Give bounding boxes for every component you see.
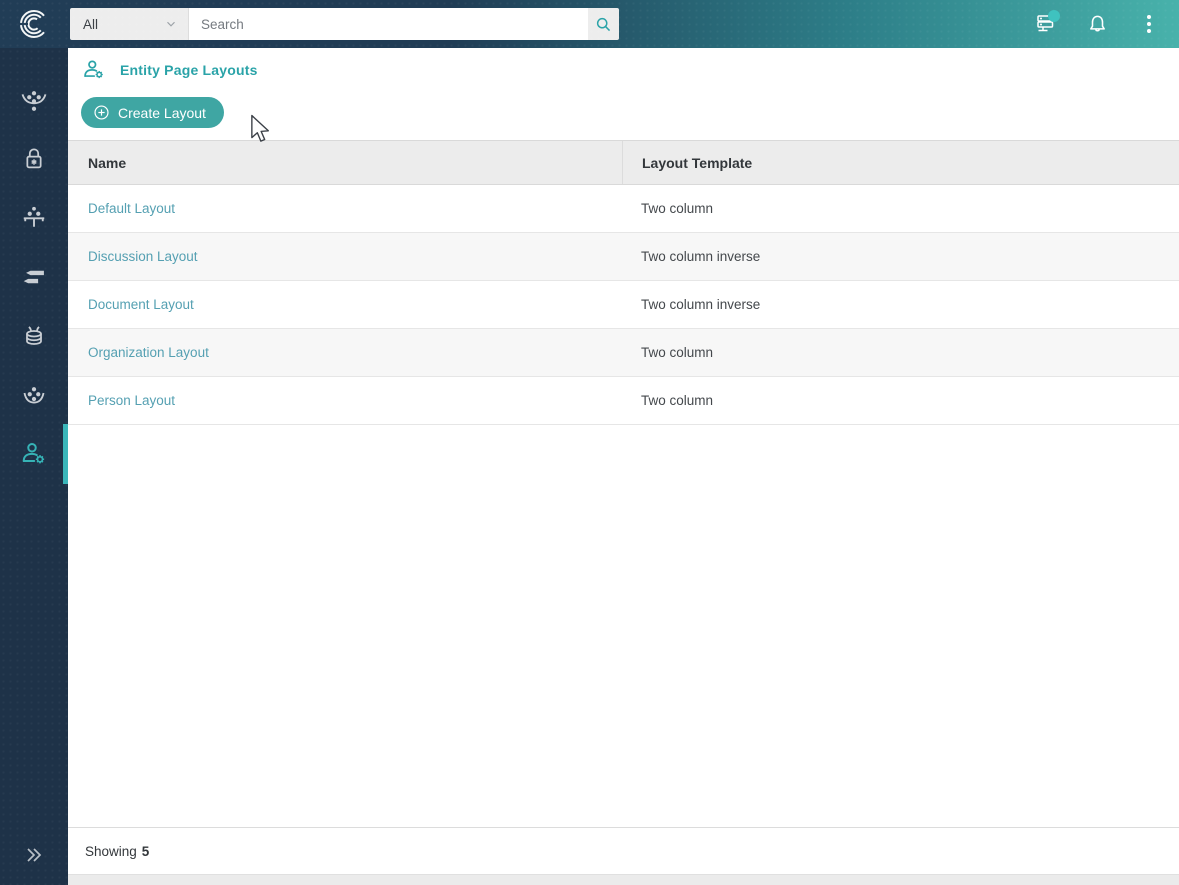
sidebar-item-network-dots[interactable] (0, 366, 68, 424)
layout-name-link[interactable]: Person Layout (68, 377, 622, 424)
page-title: Entity Page Layouts (120, 62, 258, 78)
column-header-name[interactable]: Name (68, 141, 622, 184)
layout-template-value: Two column (641, 201, 714, 216)
sidebar (0, 48, 68, 885)
system-status-button[interactable] (1027, 6, 1063, 42)
bell-icon (1089, 15, 1105, 31)
plus-circle-icon (94, 105, 109, 120)
create-layout-label: Create Layout (118, 104, 206, 121)
horizontal-scrollbar[interactable] (68, 874, 1179, 885)
chevron-down-icon (167, 21, 175, 27)
table-row: Discussion Layout Two column inverse (68, 233, 1179, 281)
notifications-button[interactable] (1079, 6, 1115, 42)
topbar: All (0, 0, 1179, 48)
network-dots-icon (23, 387, 45, 404)
table-row: Organization Layout Two column (68, 329, 1179, 377)
table-header-row: Name Layout Template (68, 140, 1179, 185)
layout-template-value: Two column (641, 393, 714, 408)
double-chevron-right-icon (27, 848, 42, 862)
table-row: Document Layout Two column inverse (68, 281, 1179, 329)
sidebar-item-streams[interactable] (0, 248, 68, 306)
more-menu-button[interactable] (1131, 6, 1167, 42)
table-body: Default Layout Two column Discussion Lay… (68, 185, 1179, 425)
layout-template-value: Two column inverse (641, 249, 761, 264)
column-header-layout-template[interactable]: Layout Template (622, 141, 1179, 184)
layout-template-value: Two column inverse (641, 297, 761, 312)
create-layout-button[interactable]: Create Layout (81, 97, 224, 128)
search-scope-value: All (83, 16, 99, 32)
topbar-actions (1027, 6, 1179, 42)
page-header: Entity Page Layouts (81, 57, 258, 83)
table-footer: Showing 5 (68, 827, 1179, 874)
search-scope-dropdown[interactable]: All (70, 8, 188, 40)
search-bar: All (70, 8, 619, 40)
sidebar-item-database[interactable] (0, 307, 68, 365)
user-settings-icon (22, 443, 45, 464)
showing-label: Showing (85, 843, 137, 859)
table-dots-icon (23, 206, 45, 227)
layout-name-link[interactable]: Document Layout (68, 281, 622, 328)
status-badge (1048, 10, 1060, 22)
search-button[interactable] (588, 8, 619, 40)
layout-template-value: Two column (641, 345, 714, 360)
layout-name-link[interactable]: Discussion Layout (68, 233, 622, 280)
layout-name-link[interactable]: Default Layout (68, 185, 622, 232)
app-window: All Search Entity Page Layouts Create La… (0, 0, 1179, 885)
sidebar-item-user-settings[interactable] (0, 424, 68, 484)
search-icon (596, 17, 611, 31)
sidebar-item-table-dots[interactable] (0, 189, 68, 247)
entity-page-layouts-icon (84, 60, 103, 79)
showing-count: 5 (141, 843, 150, 859)
table-row: Default Layout Two column (68, 185, 1179, 233)
cluedin-c-logo-icon (19, 10, 48, 38)
funnel-dots-icon (21, 91, 47, 111)
kebab-menu-icon (1147, 15, 1151, 33)
sidebar-expand-button[interactable] (0, 833, 68, 877)
layout-name-link[interactable]: Organization Layout (68, 329, 622, 376)
sidebar-item-funnel-dots[interactable] (0, 71, 68, 129)
search-input[interactable] (188, 8, 588, 40)
database-icon (26, 326, 42, 345)
table-row: Person Layout Two column (68, 377, 1179, 425)
main-content: Entity Page Layouts Create Layout Name L… (68, 48, 1179, 885)
lock-star-icon (26, 148, 42, 169)
sidebar-item-lock[interactable] (0, 130, 68, 188)
stream-arrows-icon (23, 270, 44, 284)
app-logo[interactable] (0, 0, 68, 48)
layouts-table: Name Layout Template Default Layout Two … (68, 140, 1179, 425)
